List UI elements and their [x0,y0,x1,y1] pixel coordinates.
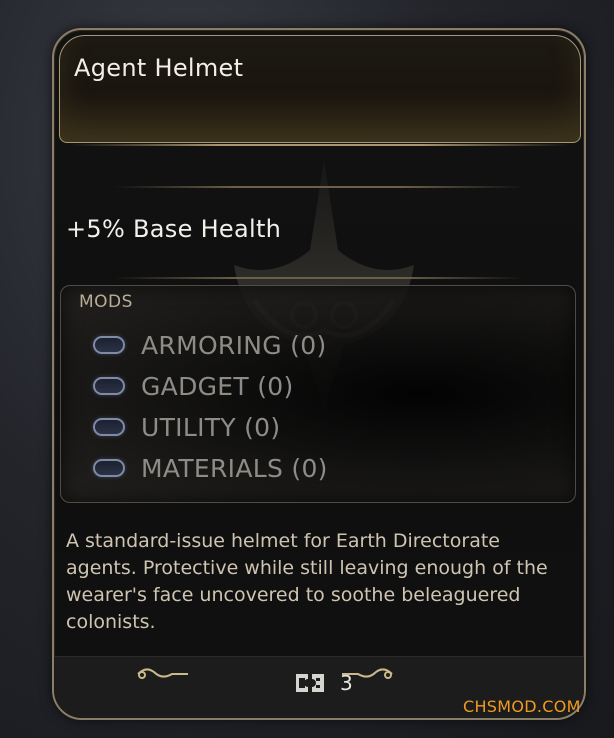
mod-slot-armoring[interactable]: ARMORING (0) [93,327,327,363]
item-description: A standard-issue helmet for Earth Direct… [66,530,548,633]
mod-slot-icon [93,459,125,477]
stat-base-health: +5% Base Health [66,215,282,243]
mod-slot-label: ARMORING (0) [141,330,327,360]
mod-slot-icon [93,336,125,354]
ticket-icon [296,674,324,692]
item-header: Agent Helmet [59,35,581,146]
item-title: Agent Helmet [74,54,244,82]
mod-slot-gadget[interactable]: GADGET (0) [93,368,294,404]
mods-panel: MODS ARMORING (0) GADGET (0) UTILITY (0)… [60,285,576,503]
watermark: CHSMOD.COM [463,697,581,716]
divider-top [114,186,524,188]
ornament-left-icon [137,668,188,679]
mod-slot-icon [93,418,125,436]
item-tooltip-card: Agent Helmet +5% Base Health MODS ARMORI… [52,28,586,720]
mod-slot-utility[interactable]: UTILITY (0) [93,409,280,445]
mod-slot-label: GADGET (0) [141,371,294,401]
mod-slot-label: UTILITY (0) [141,412,281,442]
divider-middle [114,277,524,279]
ornament-right-icon [342,668,393,679]
mod-slot-materials[interactable]: MATERIALS (0) [93,450,328,486]
mod-slot-icon [93,377,125,395]
header-underline [70,144,570,146]
mod-slot-label: MATERIALS (0) [141,453,328,483]
mods-heading: MODS [79,292,133,312]
